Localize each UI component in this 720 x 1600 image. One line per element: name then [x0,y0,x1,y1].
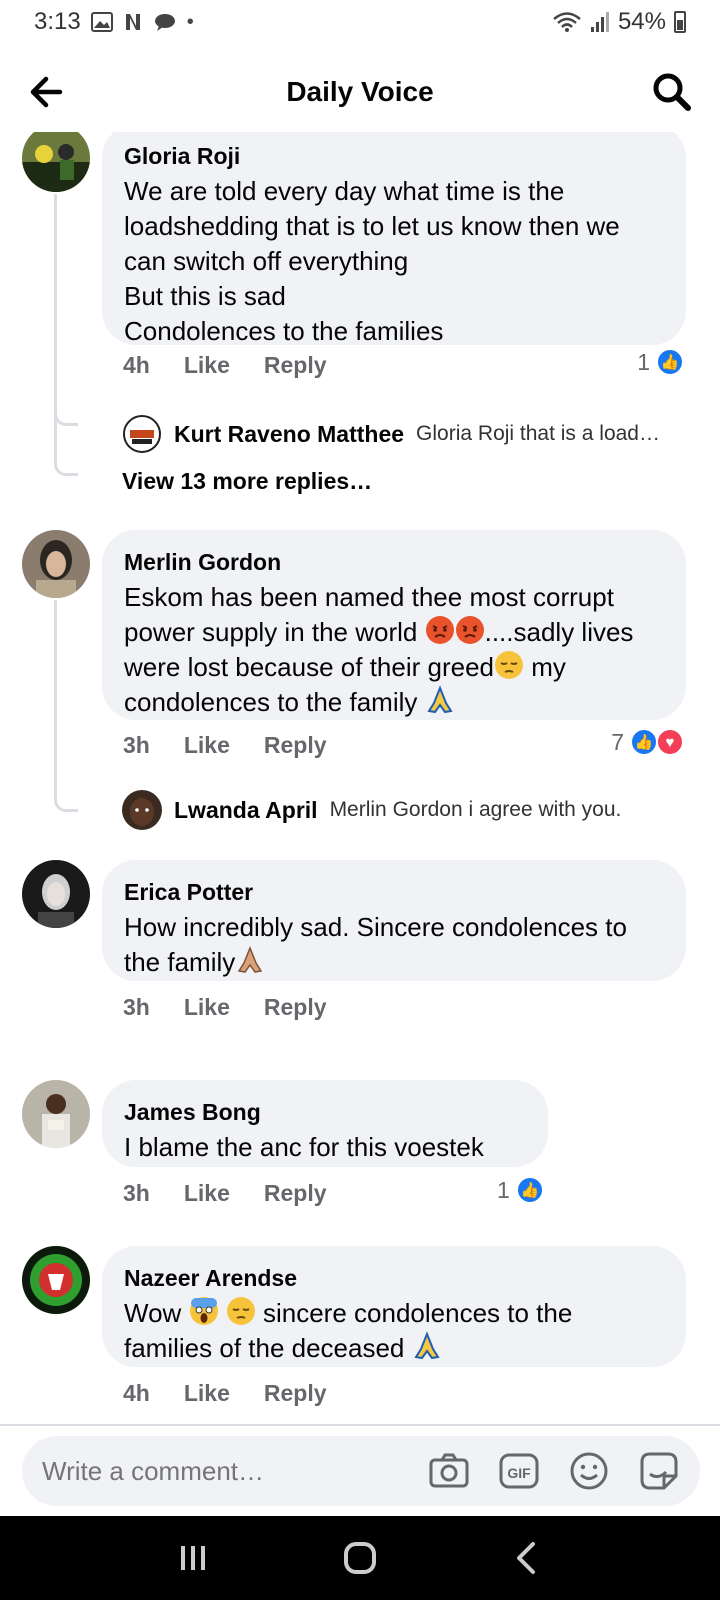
reply-author[interactable]: Kurt Raveno Matthee [174,421,404,448]
notification-dot-icon: • [186,10,194,33]
comment-text-part: How incredibly sad. Sincere condolences … [124,912,627,977]
wifi-icon [553,12,581,32]
status-bar: 3:13 • 54% [0,0,720,44]
like-reaction-icon: 👍 [656,348,684,376]
avatar[interactable] [22,132,90,192]
folded-hands-icon [426,685,453,714]
reply-preview[interactable]: Kurt Raveno Matthee Gloria Roji that is … [122,414,660,454]
view-more-replies-link[interactable]: View 13 more replies… [122,468,372,495]
gif-icon[interactable]: GIF [498,1450,540,1492]
reaction-summary[interactable]: 7 👍 ♥ [611,728,684,756]
like-button[interactable]: Like [184,1380,230,1407]
sticker-icon[interactable] [638,1450,680,1492]
comment-actions: 3h Like Reply [123,732,327,759]
comment-bubble[interactable]: Erica Potter How incredibly sad. Sincere… [102,860,686,981]
comment-text: I blame the anc for this voestek [124,1132,484,1162]
pensive-face-icon [495,651,523,679]
comment-input[interactable] [42,1455,402,1487]
comment-actions: 3h Like Reply [123,994,327,1021]
signal-icon [590,12,609,32]
like-reaction-icon: 👍 [515,1176,544,1204]
emoji-icon[interactable] [568,1450,610,1492]
comment-bubble[interactable]: Merlin Gordon Eskom has been named thee … [102,530,686,720]
comment-author[interactable]: Merlin Gordon [124,548,664,576]
love-reaction-icon: ♥ [656,728,684,756]
message-icon [154,14,175,31]
netflix-icon [125,14,140,30]
pensive-face-icon [226,1297,255,1325]
svg-text:GIF: GIF [507,1465,531,1481]
like-button[interactable]: Like [184,732,230,759]
gallery-icon [90,12,113,32]
reply-text: Gloria Roji that is a load… [416,422,660,445]
screaming-face-icon [189,1297,218,1325]
battery-icon [674,11,686,33]
thread-line [54,194,78,476]
avatar[interactable] [22,1246,90,1314]
battery-percent: 54% [617,8,666,35]
back-nav-icon[interactable] [507,1538,547,1578]
folded-hands-icon [238,945,263,973]
like-button[interactable]: Like [184,352,230,379]
reply-button[interactable]: Reply [264,1380,327,1407]
reaction-summary[interactable]: 1 👍 [637,348,684,376]
camera-icon[interactable] [428,1450,470,1492]
reply-button[interactable]: Reply [264,1180,327,1207]
comment-actions: 4h Like Reply [123,352,327,379]
system-navigation-bar [0,1516,720,1600]
comment-time: 3h [123,1180,150,1206]
angry-face-icon [425,616,454,644]
avatar[interactable] [22,530,90,598]
folded-hands-icon [413,1331,440,1360]
comment-text: Wow sincere condolences to the families … [124,1296,664,1366]
reply-button[interactable]: Reply [264,732,327,759]
comment-bubble[interactable]: James Bong I blame the anc for this voes… [102,1080,548,1167]
back-arrow-icon[interactable] [26,70,70,114]
reply-button[interactable]: Reply [264,352,327,379]
search-icon[interactable] [650,70,694,114]
reply-button[interactable]: Reply [264,994,327,1021]
page-title: Daily Voice [286,76,434,107]
comment-time: 3h [123,732,150,758]
avatar[interactable] [22,1080,90,1148]
reply-text: Merlin Gordon i agree with you. [329,798,622,821]
avatar[interactable] [122,414,162,454]
avatar[interactable] [22,860,90,928]
reply-author[interactable]: Lwanda April [174,797,318,824]
like-button[interactable]: Like [184,994,230,1021]
like-reaction-icon: 👍 [630,728,658,756]
thread-line [54,600,78,812]
comment-text: Eskom has been named thee most corrupt p… [124,580,664,720]
comment-author[interactable]: Erica Potter [124,878,664,906]
comment-bubble[interactable]: Gloria Roji We are told every day what t… [102,132,686,346]
comment-time: 3h [123,994,150,1020]
comment-author[interactable]: Nazeer Arendse [124,1264,664,1292]
reaction-summary[interactable]: 1 👍 [497,1176,544,1204]
like-button[interactable]: Like [184,1180,230,1207]
comment-text-part: Wow [124,1298,189,1328]
reaction-count: 1 [637,348,650,375]
comment-author[interactable]: Gloria Roji [124,142,664,170]
avatar[interactable] [122,790,162,830]
comments-feed[interactable]: Gloria Roji We are told every day what t… [0,132,720,1422]
reaction-count: 7 [611,728,624,755]
comment-time: 4h [123,1380,150,1406]
comment-composer: GIF [22,1436,700,1506]
comment-text: How incredibly sad. Sincere condolences … [124,910,664,980]
recent-apps-icon[interactable] [173,1538,213,1578]
status-time: 3:13 [34,8,81,35]
comment-author[interactable]: James Bong [124,1098,526,1126]
comment-actions: 3h Like Reply [123,1180,327,1207]
home-icon[interactable] [340,1538,380,1578]
angry-face-icon [455,616,484,644]
composer-divider [0,1424,720,1426]
comment-actions: 4h Like Reply [123,1380,327,1407]
app-header: Daily Voice [0,56,720,128]
reaction-count: 1 [497,1176,510,1203]
comment-time: 4h [123,352,150,378]
comment-text: We are told every day what time is the l… [124,176,620,346]
comment-bubble[interactable]: Nazeer Arendse Wow sincere condolences t… [102,1246,686,1367]
reply-preview[interactable]: Lwanda April Merlin Gordon i agree with … [122,790,621,830]
